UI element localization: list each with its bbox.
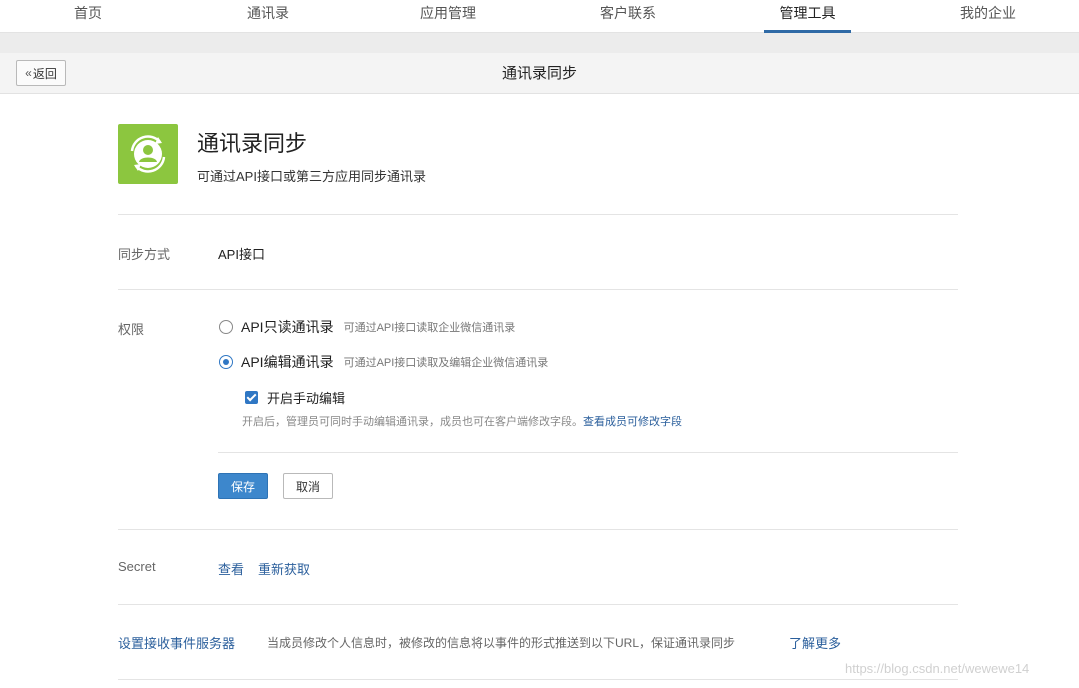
event-server-description: 当成员修改个人信息时，被修改的信息将以事件的形式推送到以下URL，保证通讯录同步 <box>267 636 736 650</box>
tab-app-management[interactable]: 应用管理 <box>405 0 491 33</box>
manual-edit-hint: 开启后，管理员可同时手动编辑通讯录，成员也可在客户端修改字段。查看成员可修改字段 <box>242 413 682 429</box>
manual-edit-label[interactable]: 开启手动编辑 <box>267 388 345 407</box>
divider <box>118 214 958 215</box>
tab-admin-tools[interactable]: 管理工具 <box>764 0 851 33</box>
sync-method-label: 同步方式 <box>118 247 171 262</box>
divider <box>218 452 958 453</box>
radio-edit-row[interactable]: API编辑通讯录 可通过API接口读取及编辑企业微信通讯录 <box>219 353 548 371</box>
top-nav: 首页 通讯录 应用管理 客户联系 管理工具 我的企业 <box>0 0 1079 33</box>
tab-home[interactable]: 首页 <box>48 0 128 33</box>
tab-customer-contact[interactable]: 客户联系 <box>585 0 671 33</box>
manual-edit-row[interactable]: 开启手动编辑 <box>245 388 345 407</box>
divider <box>118 604 958 605</box>
back-label: 返回 <box>32 66 57 81</box>
secret-label: Secret <box>118 559 156 574</box>
radio-readonly-row[interactable]: API只读通讯录 可通过API接口读取企业微信通讯录 <box>219 318 515 336</box>
radio-readonly[interactable] <box>219 320 233 334</box>
divider <box>118 529 958 530</box>
divider <box>118 289 958 290</box>
learn-more-link[interactable]: 了解更多 <box>789 633 841 652</box>
event-server-link[interactable]: 设置接收事件服务器 <box>118 633 235 652</box>
radio-edit-hint: 可通过API接口读取及编辑企业微信通讯录 <box>343 357 549 369</box>
radio-readonly-hint: 可通过API接口读取企业微信通讯录 <box>343 322 516 334</box>
radio-readonly-label[interactable]: API只读通讯录 <box>241 317 334 337</box>
permission-label: 权限 <box>118 322 145 337</box>
editable-fields-link[interactable]: 查看成员可修改字段 <box>583 416 682 428</box>
divider <box>118 679 958 680</box>
save-button[interactable]: 保存 <box>218 473 268 499</box>
view-secret-link[interactable]: 查看 <box>218 559 244 578</box>
cancel-button[interactable]: 取消 <box>283 473 333 499</box>
tab-contacts[interactable]: 通讯录 <box>228 0 308 33</box>
watermark: https://blog.csdn.net/wewewe14 <box>845 661 1030 676</box>
radio-edit-label[interactable]: API编辑通讯录 <box>241 352 334 372</box>
app-description: 可通过API接口或第三方应用同步通讯录 <box>197 169 426 184</box>
sync-method-value: API接口 <box>218 247 265 262</box>
radio-edit[interactable] <box>219 355 233 369</box>
manual-edit-hint-text: 开启后，管理员可同时手动编辑通讯录，成员也可在客户端修改字段。 <box>242 416 583 428</box>
back-button[interactable]: « 返回 <box>16 60 66 86</box>
app-title: 通讯录同步 <box>197 131 308 156</box>
contact-sync-icon <box>118 124 178 184</box>
refresh-secret-link[interactable]: 重新获取 <box>258 559 310 578</box>
double-chevron-left-icon: « <box>25 66 32 80</box>
nav-gap <box>0 33 1079 53</box>
sub-header: 通讯录同步 « 返回 <box>0 53 1079 94</box>
tab-my-enterprise[interactable]: 我的企业 <box>945 0 1031 33</box>
page-title: 通讯录同步 <box>501 65 577 82</box>
manual-edit-checkbox[interactable] <box>245 390 258 404</box>
